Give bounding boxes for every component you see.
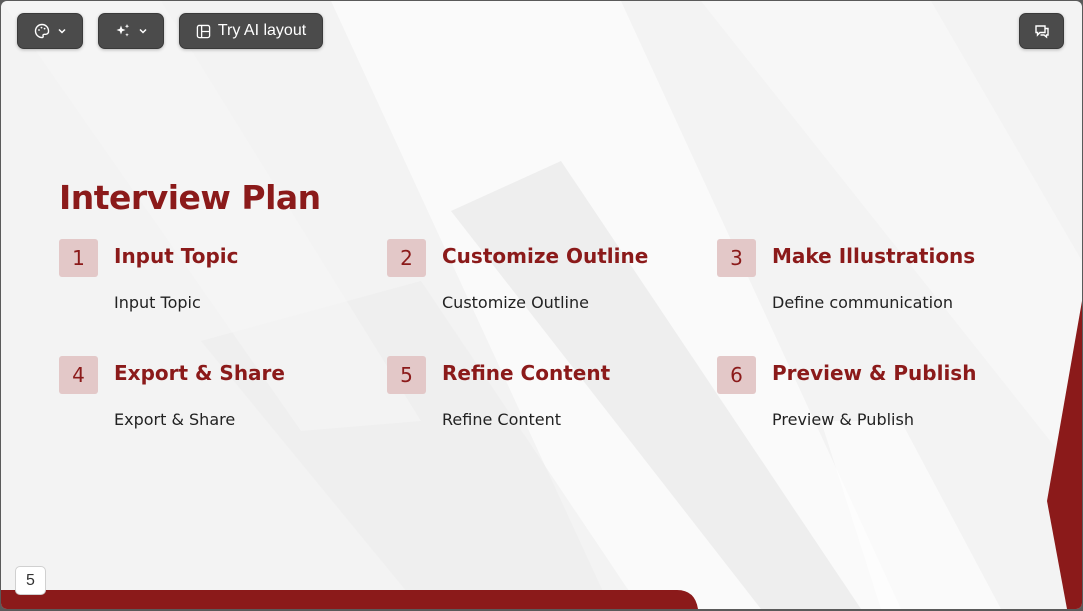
step-number: 3 [717, 239, 756, 277]
step-description[interactable]: Refine Content [442, 410, 561, 429]
slide-canvas[interactable]: Interview Plan 1 Input Topic Input Topic… [1, 1, 1082, 609]
step-number: 5 [387, 356, 426, 394]
comment-icon [1034, 25, 1049, 39]
palette-icon [34, 23, 49, 39]
sparkles-icon [116, 24, 129, 37]
comment-button[interactable] [1019, 13, 1064, 49]
step-description[interactable]: Define communication [772, 293, 953, 312]
step-description[interactable]: Customize Outline [442, 293, 589, 312]
step-title[interactable]: Input Topic [114, 244, 239, 268]
layout-icon [196, 24, 211, 38]
step-item[interactable]: 4 Export & Share Export & Share [59, 356, 359, 456]
step-title[interactable]: Make Illustrations [772, 244, 975, 268]
step-title[interactable]: Customize Outline [442, 244, 648, 268]
chevron-down-icon [57, 28, 66, 34]
page-number-badge: 5 [15, 566, 46, 595]
try-ai-layout-button[interactable]: Try AI layout [179, 13, 323, 49]
slide-title[interactable]: Interview Plan [59, 178, 321, 217]
try-ai-layout-label: Try AI layout [217, 22, 307, 39]
step-title[interactable]: Preview & Publish [772, 361, 976, 385]
step-description[interactable]: Input Topic [114, 293, 201, 312]
step-item[interactable]: 5 Refine Content Refine Content [387, 356, 687, 456]
step-number: 1 [59, 239, 98, 277]
accent-bar-bottom [1, 590, 698, 609]
step-item[interactable]: 6 Preview & Publish Preview & Publish [717, 356, 1017, 456]
step-item[interactable]: 3 Make Illustrations Define communicatio… [717, 239, 1017, 339]
step-number: 4 [59, 356, 98, 394]
step-description[interactable]: Export & Share [114, 410, 235, 429]
step-description[interactable]: Preview & Publish [772, 410, 914, 429]
step-title[interactable]: Refine Content [442, 361, 610, 385]
step-item[interactable]: 2 Customize Outline Customize Outline [387, 239, 687, 339]
step-item[interactable]: 1 Input Topic Input Topic [59, 239, 359, 339]
step-number: 2 [387, 239, 426, 277]
step-number: 6 [717, 356, 756, 394]
magic-button[interactable] [98, 13, 164, 49]
step-title[interactable]: Export & Share [114, 361, 285, 385]
theme-button[interactable] [17, 13, 83, 49]
chevron-down-icon [138, 28, 147, 34]
